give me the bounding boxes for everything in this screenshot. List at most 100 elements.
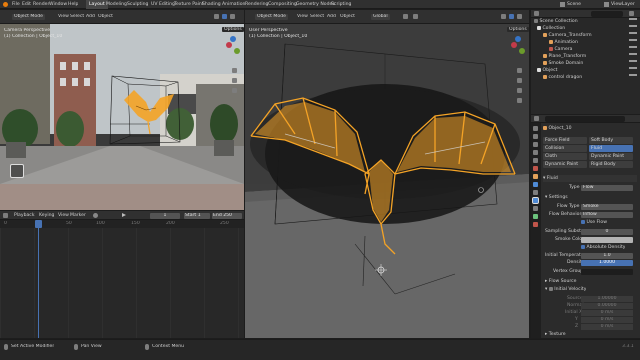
proportional-icon[interactable] [413, 14, 418, 19]
collision-button[interactable]: Collision [543, 145, 587, 152]
outliner-item[interactable]: Object [531, 67, 640, 74]
physics-tab-icon[interactable] [532, 197, 539, 204]
flow-type-dropdown[interactable]: Smoke [581, 203, 633, 210]
outliner-item[interactable]: Plane_Transform [531, 53, 640, 60]
outliner-item[interactable]: control dragon [531, 74, 640, 81]
dragon-wireframe[interactable] [245, 24, 529, 338]
z-field[interactable]: 0 m/s [581, 323, 633, 330]
density-field[interactable]: 1.0000 [581, 259, 633, 266]
tab-shading[interactable]: Shading [202, 0, 221, 9]
right-viewport[interactable]: User Perspective (1) Collection | Object… [245, 24, 529, 338]
timeline-area[interactable]: 0 50 100 150 200 250 [0, 220, 244, 338]
dynamic-paint-button[interactable]: Dynamic Paint [589, 153, 633, 160]
left-menu-view[interactable]: View [58, 14, 69, 19]
menu-file[interactable]: File [12, 0, 20, 9]
left-camera-icon[interactable] [232, 88, 237, 93]
fluid-button[interactable]: Fluid [589, 145, 633, 152]
playhead[interactable] [38, 220, 39, 338]
left-shading-solid-icon[interactable] [214, 14, 219, 19]
current-frame-field[interactable]: 1 [150, 213, 180, 219]
outliner-editor-icon[interactable] [534, 11, 539, 16]
view-layer-tab-icon[interactable] [533, 150, 538, 155]
rigid-body-button[interactable]: Rigid Body [589, 161, 633, 168]
tab-rendering[interactable]: Rendering [245, 0, 268, 9]
vertex-group-field[interactable] [581, 268, 633, 275]
smoke-color-swatch[interactable] [581, 236, 633, 243]
left-menu-select[interactable]: Select [70, 14, 84, 19]
tab-layout[interactable]: Layout [86, 0, 108, 9]
tab-uv-editing[interactable]: UV Editing [151, 0, 175, 9]
world-tab-icon[interactable] [533, 166, 538, 171]
scene-tab-icon[interactable] [533, 158, 538, 163]
tab-modeling[interactable]: Modeling [106, 0, 127, 9]
sampling-field[interactable]: 0 [581, 228, 633, 235]
properties-search-field[interactable] [545, 116, 625, 122]
outliner-item[interactable]: Collection [531, 25, 640, 32]
output-tab-icon[interactable] [533, 142, 538, 147]
right-shading-render-icon[interactable] [517, 14, 522, 19]
left-viewport[interactable]: Camera Perspective (1) Collection | Obje… [0, 24, 244, 210]
right-gizmo-z[interactable] [515, 36, 521, 42]
particles-tab-icon[interactable] [533, 190, 538, 195]
object-tab-icon[interactable] [533, 174, 538, 179]
right-menu-add[interactable]: Add [327, 14, 336, 19]
absolute-density-checkbox[interactable] [581, 244, 585, 249]
outliner-item[interactable]: Camera [531, 46, 640, 53]
cloth-button[interactable]: Cloth [543, 153, 587, 160]
left-toolbar-cursor-icon[interactable] [10, 164, 24, 178]
initial-velocity-checkbox[interactable] [548, 286, 553, 291]
right-gizmo-y[interactable] [519, 48, 525, 54]
left-menu-object[interactable]: Object [98, 14, 113, 19]
right-camera-view-icon[interactable] [517, 88, 522, 93]
menu-render[interactable]: Render [33, 0, 49, 9]
end-frame-field[interactable]: End 250 [212, 213, 242, 219]
tool-tab-icon[interactable] [533, 126, 538, 131]
right-menu-object[interactable]: Object [340, 14, 355, 19]
initial-temp-field[interactable]: 1.0 [581, 252, 633, 259]
initial-velocity-header[interactable]: ▾ Initial Velocity [545, 286, 586, 293]
view-layer-selector[interactable]: ViewLayer [611, 0, 635, 9]
tab-texture-paint[interactable]: Texture Paint [174, 0, 204, 9]
right-mode-selector[interactable]: Object Mode [255, 14, 288, 20]
playhead-handle[interactable] [35, 220, 42, 228]
right-gizmo-x[interactable] [511, 42, 517, 48]
timeline-menu-keying[interactable]: Keying [39, 211, 54, 220]
data-tab-icon[interactable] [533, 214, 538, 219]
fluid-panel-header[interactable]: ▾ Fluid [543, 175, 637, 182]
play-icon[interactable] [122, 213, 126, 217]
left-mode-selector[interactable]: Object Mode [12, 14, 45, 20]
right-shading-material-icon[interactable] [509, 14, 514, 19]
right-zoom-icon[interactable] [517, 68, 522, 73]
tab-animation[interactable]: Animation [222, 0, 245, 9]
modifier-tab-icon[interactable] [533, 182, 538, 187]
left-shading-render-icon[interactable] [230, 14, 235, 19]
dynamic-paint-button-2[interactable]: Dynamic Paint [543, 161, 587, 168]
constraints-tab-icon[interactable] [533, 206, 538, 211]
absolute-density-row[interactable]: Absolute Density [581, 244, 625, 251]
outliner-item[interactable]: Animation [531, 39, 640, 46]
normal-field[interactable]: 0.00000 [581, 302, 633, 309]
material-tab-icon[interactable] [533, 222, 538, 227]
outliner-search-field[interactable] [591, 11, 623, 17]
timeline-editor-icon[interactable] [3, 213, 8, 218]
timeline-menu-view[interactable]: View [58, 211, 69, 220]
properties-editor-icon[interactable] [534, 116, 539, 121]
tab-compositing[interactable]: Compositing [268, 0, 297, 9]
menu-window[interactable]: Window [49, 0, 67, 9]
snap-icon[interactable] [403, 14, 408, 19]
visibility-eye-icons[interactable] [629, 18, 637, 81]
flow-source-header[interactable]: ▸ Flow Source [545, 278, 577, 285]
render-tab-icon[interactable] [533, 134, 538, 139]
use-flow-row[interactable]: Use Flow [581, 219, 607, 226]
left-gizmo-x[interactable] [226, 42, 232, 48]
use-flow-checkbox[interactable] [581, 219, 585, 224]
filter-icon[interactable] [629, 11, 634, 16]
left-shading-material-icon[interactable] [222, 14, 227, 19]
force-field-button[interactable]: Force Field [543, 137, 587, 144]
flow-behavior-dropdown[interactable]: Inflow [581, 211, 633, 218]
timeline-menu-playback[interactable]: Playback [14, 211, 35, 220]
right-pan-icon[interactable] [517, 78, 522, 83]
left-gizmo-z[interactable] [230, 36, 236, 42]
tab-scripting[interactable]: Scripting [331, 0, 351, 9]
right-menu-select[interactable]: Select [310, 14, 324, 19]
